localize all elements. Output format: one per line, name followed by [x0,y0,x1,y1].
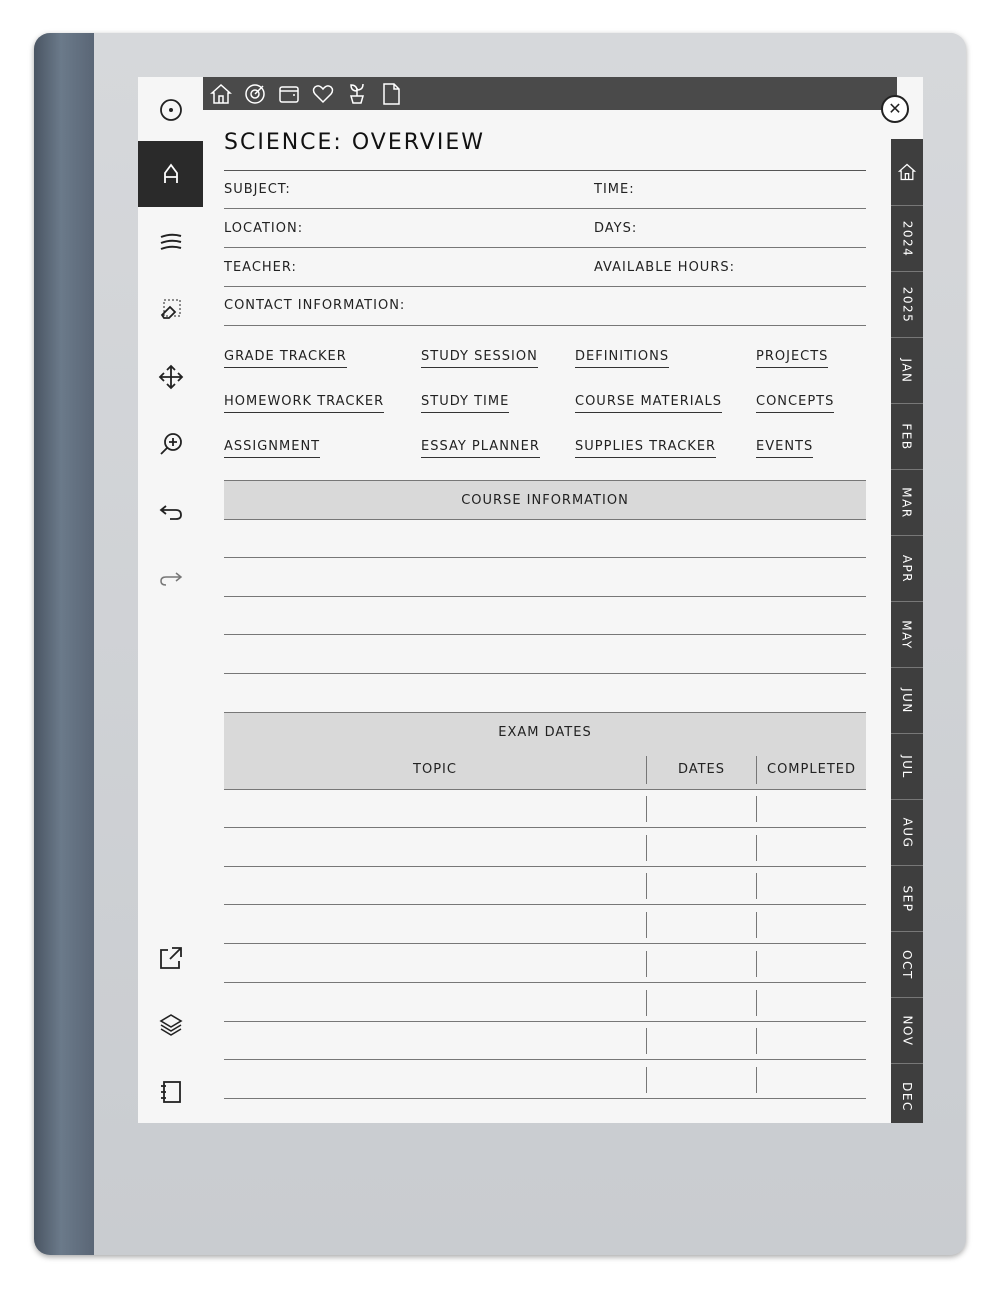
column-divider [756,756,757,784]
page-content: SCIENCE: OVERVIEW SUBJECT: TIME: LOCATIO… [138,77,923,1123]
exam-row[interactable] [224,1022,866,1061]
column-divider [756,912,757,939]
link-definitions[interactable]: DEFINITIONS [575,349,670,368]
column-divider [756,873,757,900]
column-divider [646,989,647,1016]
course-info-line[interactable] [224,634,866,635]
exam-row[interactable] [224,1061,866,1099]
link-events[interactable]: EVENTS [756,439,814,458]
link-homework-tracker[interactable]: HOMEWORK TRACKER [224,394,385,413]
location-field-line[interactable] [224,247,866,248]
exam-row[interactable] [224,829,866,867]
exam-row[interactable] [224,867,866,906]
page-title: SCIENCE: OVERVIEW [224,130,485,155]
course-information-header: COURSE INFORMATION [224,480,866,520]
column-divider [646,756,647,784]
column-divider [646,1028,647,1055]
link-supplies-tracker[interactable]: SUPPLIES TRACKER [575,439,717,458]
topic-column-header: TOPIC [413,762,457,777]
exam-row[interactable] [224,790,866,828]
column-divider [756,1066,757,1093]
time-label: TIME: [594,182,635,197]
link-projects[interactable]: PROJECTS [756,349,829,368]
exam-row[interactable] [224,906,866,945]
days-label: DAYS: [594,221,638,236]
column-divider [756,950,757,977]
column-divider [646,950,647,977]
course-info-line[interactable] [224,596,866,597]
link-study-time[interactable]: STUDY TIME [421,394,510,413]
teacher-field-line[interactable] [224,286,866,287]
link-concepts[interactable]: CONCEPTS [756,394,835,413]
link-grade-tracker[interactable]: GRADE TRACKER [224,349,347,368]
course-info-line[interactable] [224,673,866,674]
column-divider [756,834,757,861]
contact-field-line[interactable] [224,325,866,326]
device-spine [34,33,94,1255]
column-divider [646,834,647,861]
location-label: LOCATION: [224,221,304,236]
column-divider [756,796,757,822]
link-study-session[interactable]: STUDY SESSION [421,349,538,368]
exam-dates-header: EXAM DATES [224,712,866,752]
exam-row-line [224,1097,866,1099]
column-divider [646,873,647,900]
column-divider [646,1066,647,1093]
column-divider [756,1028,757,1055]
subject-field-line[interactable] [224,208,866,209]
title-rule [224,170,866,171]
link-assignment[interactable]: ASSIGNMENT [224,439,321,458]
column-divider [646,796,647,822]
column-divider [756,989,757,1016]
dates-column-header: DATES [677,762,726,777]
subject-label: SUBJECT: [224,182,291,197]
available-hours-label: AVAILABLE HOURS: [594,260,735,275]
column-divider [646,912,647,939]
teacher-label: TEACHER: [224,260,297,275]
contact-label: CONTACT INFORMATION: [224,298,406,313]
exam-row[interactable] [224,945,866,983]
link-course-materials[interactable]: COURSE MATERIALS [575,394,722,413]
course-info-line[interactable] [224,557,866,558]
link-essay-planner[interactable]: ESSAY PLANNER [421,439,540,458]
exam-row[interactable] [224,984,866,1022]
completed-column-header: COMPLETED [767,762,856,777]
